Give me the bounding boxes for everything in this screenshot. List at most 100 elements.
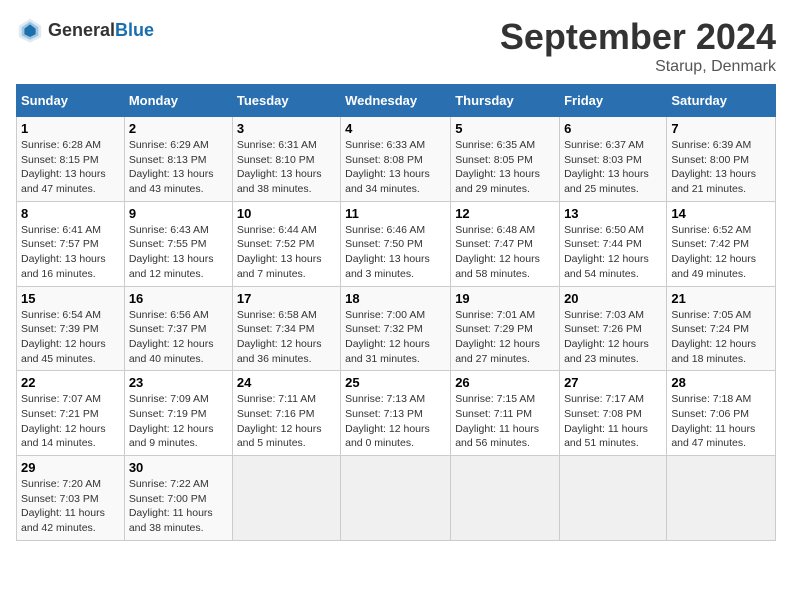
- day-info: Sunrise: 6:31 AMSunset: 8:10 PMDaylight:…: [237, 138, 336, 197]
- day-cell: 8 Sunrise: 6:41 AMSunset: 7:57 PMDayligh…: [17, 201, 125, 286]
- day-cell: 23 Sunrise: 7:09 AMSunset: 7:19 PMDaylig…: [124, 371, 232, 456]
- day-info: Sunrise: 6:48 AMSunset: 7:47 PMDaylight:…: [455, 223, 555, 282]
- day-cell: 10 Sunrise: 6:44 AMSunset: 7:52 PMDaylig…: [232, 201, 340, 286]
- day-number: 5: [455, 121, 555, 136]
- day-info: Sunrise: 7:15 AMSunset: 7:11 PMDaylight:…: [455, 392, 555, 451]
- week-row-2: 8 Sunrise: 6:41 AMSunset: 7:57 PMDayligh…: [17, 201, 776, 286]
- day-cell: 1 Sunrise: 6:28 AMSunset: 8:15 PMDayligh…: [17, 117, 125, 202]
- day-info: Sunrise: 6:39 AMSunset: 8:00 PMDaylight:…: [671, 138, 771, 197]
- day-cell: 22 Sunrise: 7:07 AMSunset: 7:21 PMDaylig…: [17, 371, 125, 456]
- day-info: Sunrise: 7:00 AMSunset: 7:32 PMDaylight:…: [345, 308, 446, 367]
- day-cell: 21 Sunrise: 7:05 AMSunset: 7:24 PMDaylig…: [667, 286, 776, 371]
- title-area: September 2024 Starup, Denmark: [500, 16, 776, 76]
- day-number: 30: [129, 460, 228, 475]
- col-friday: Friday: [560, 85, 667, 117]
- day-number: 2: [129, 121, 228, 136]
- day-cell: 2 Sunrise: 6:29 AMSunset: 8:13 PMDayligh…: [124, 117, 232, 202]
- day-info: Sunrise: 6:29 AMSunset: 8:13 PMDaylight:…: [129, 138, 228, 197]
- day-cell: 9 Sunrise: 6:43 AMSunset: 7:55 PMDayligh…: [124, 201, 232, 286]
- day-cell: 6 Sunrise: 6:37 AMSunset: 8:03 PMDayligh…: [560, 117, 667, 202]
- day-number: 3: [237, 121, 336, 136]
- day-number: 25: [345, 375, 446, 390]
- day-cell: 25 Sunrise: 7:13 AMSunset: 7:13 PMDaylig…: [341, 371, 451, 456]
- day-number: 11: [345, 206, 446, 221]
- day-info: Sunrise: 7:20 AMSunset: 7:03 PMDaylight:…: [21, 477, 120, 536]
- day-number: 20: [564, 291, 662, 306]
- logo-icon: [16, 16, 44, 44]
- day-cell: 3 Sunrise: 6:31 AMSunset: 8:10 PMDayligh…: [232, 117, 340, 202]
- day-info: Sunrise: 6:35 AMSunset: 8:05 PMDaylight:…: [455, 138, 555, 197]
- day-number: 13: [564, 206, 662, 221]
- week-row-3: 15 Sunrise: 6:54 AMSunset: 7:39 PMDaylig…: [17, 286, 776, 371]
- day-number: 24: [237, 375, 336, 390]
- day-info: Sunrise: 6:33 AMSunset: 8:08 PMDaylight:…: [345, 138, 446, 197]
- day-info: Sunrise: 7:13 AMSunset: 7:13 PMDaylight:…: [345, 392, 446, 451]
- header: GeneralBlue September 2024 Starup, Denma…: [16, 16, 776, 76]
- header-row: Sunday Monday Tuesday Wednesday Thursday…: [17, 85, 776, 117]
- day-cell: 11 Sunrise: 6:46 AMSunset: 7:50 PMDaylig…: [341, 201, 451, 286]
- day-info: Sunrise: 6:41 AMSunset: 7:57 PMDaylight:…: [21, 223, 120, 282]
- col-saturday: Saturday: [667, 85, 776, 117]
- day-number: 1: [21, 121, 120, 136]
- day-cell: 15 Sunrise: 6:54 AMSunset: 7:39 PMDaylig…: [17, 286, 125, 371]
- day-info: Sunrise: 6:58 AMSunset: 7:34 PMDaylight:…: [237, 308, 336, 367]
- day-info: Sunrise: 6:46 AMSunset: 7:50 PMDaylight:…: [345, 223, 446, 282]
- day-info: Sunrise: 7:07 AMSunset: 7:21 PMDaylight:…: [21, 392, 120, 451]
- day-cell: [667, 456, 776, 541]
- day-number: 19: [455, 291, 555, 306]
- day-number: 27: [564, 375, 662, 390]
- day-cell: 4 Sunrise: 6:33 AMSunset: 8:08 PMDayligh…: [341, 117, 451, 202]
- day-info: Sunrise: 7:01 AMSunset: 7:29 PMDaylight:…: [455, 308, 555, 367]
- day-info: Sunrise: 6:52 AMSunset: 7:42 PMDaylight:…: [671, 223, 771, 282]
- col-sunday: Sunday: [17, 85, 125, 117]
- day-info: Sunrise: 7:09 AMSunset: 7:19 PMDaylight:…: [129, 392, 228, 451]
- day-cell: 20 Sunrise: 7:03 AMSunset: 7:26 PMDaylig…: [560, 286, 667, 371]
- week-row-4: 22 Sunrise: 7:07 AMSunset: 7:21 PMDaylig…: [17, 371, 776, 456]
- day-number: 26: [455, 375, 555, 390]
- day-cell: 28 Sunrise: 7:18 AMSunset: 7:06 PMDaylig…: [667, 371, 776, 456]
- day-number: 17: [237, 291, 336, 306]
- day-cell: 24 Sunrise: 7:11 AMSunset: 7:16 PMDaylig…: [232, 371, 340, 456]
- day-info: Sunrise: 7:22 AMSunset: 7:00 PMDaylight:…: [129, 477, 228, 536]
- day-cell: 26 Sunrise: 7:15 AMSunset: 7:11 PMDaylig…: [451, 371, 560, 456]
- col-tuesday: Tuesday: [232, 85, 340, 117]
- day-cell: 13 Sunrise: 6:50 AMSunset: 7:44 PMDaylig…: [560, 201, 667, 286]
- day-number: 7: [671, 121, 771, 136]
- day-info: Sunrise: 7:18 AMSunset: 7:06 PMDaylight:…: [671, 392, 771, 451]
- month-title: September 2024: [500, 16, 776, 58]
- calendar-table: Sunday Monday Tuesday Wednesday Thursday…: [16, 84, 776, 541]
- day-cell: 7 Sunrise: 6:39 AMSunset: 8:00 PMDayligh…: [667, 117, 776, 202]
- day-cell: [560, 456, 667, 541]
- day-cell: 16 Sunrise: 6:56 AMSunset: 7:37 PMDaylig…: [124, 286, 232, 371]
- day-number: 22: [21, 375, 120, 390]
- day-info: Sunrise: 6:50 AMSunset: 7:44 PMDaylight:…: [564, 223, 662, 282]
- day-cell: [341, 456, 451, 541]
- logo-blue: Blue: [115, 20, 154, 40]
- day-cell: 18 Sunrise: 7:00 AMSunset: 7:32 PMDaylig…: [341, 286, 451, 371]
- day-cell: 27 Sunrise: 7:17 AMSunset: 7:08 PMDaylig…: [560, 371, 667, 456]
- day-cell: 17 Sunrise: 6:58 AMSunset: 7:34 PMDaylig…: [232, 286, 340, 371]
- day-number: 8: [21, 206, 120, 221]
- day-info: Sunrise: 6:43 AMSunset: 7:55 PMDaylight:…: [129, 223, 228, 282]
- day-number: 29: [21, 460, 120, 475]
- logo: GeneralBlue: [16, 16, 154, 44]
- day-cell: 12 Sunrise: 6:48 AMSunset: 7:47 PMDaylig…: [451, 201, 560, 286]
- day-number: 10: [237, 206, 336, 221]
- logo-text: GeneralBlue: [48, 20, 154, 41]
- day-number: 16: [129, 291, 228, 306]
- day-info: Sunrise: 6:37 AMSunset: 8:03 PMDaylight:…: [564, 138, 662, 197]
- day-cell: 19 Sunrise: 7:01 AMSunset: 7:29 PMDaylig…: [451, 286, 560, 371]
- col-wednesday: Wednesday: [341, 85, 451, 117]
- day-number: 15: [21, 291, 120, 306]
- day-number: 6: [564, 121, 662, 136]
- day-info: Sunrise: 6:28 AMSunset: 8:15 PMDaylight:…: [21, 138, 120, 197]
- day-cell: 30 Sunrise: 7:22 AMSunset: 7:00 PMDaylig…: [124, 456, 232, 541]
- day-number: 18: [345, 291, 446, 306]
- day-info: Sunrise: 7:03 AMSunset: 7:26 PMDaylight:…: [564, 308, 662, 367]
- day-number: 28: [671, 375, 771, 390]
- logo-general: General: [48, 20, 115, 40]
- day-info: Sunrise: 6:56 AMSunset: 7:37 PMDaylight:…: [129, 308, 228, 367]
- day-cell: 29 Sunrise: 7:20 AMSunset: 7:03 PMDaylig…: [17, 456, 125, 541]
- col-thursday: Thursday: [451, 85, 560, 117]
- day-number: 21: [671, 291, 771, 306]
